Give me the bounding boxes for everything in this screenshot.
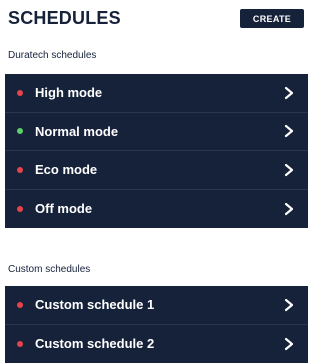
duratech-schedule-list: High mode Normal mode Eco mode Off mode bbox=[5, 74, 308, 228]
schedule-item-custom-2[interactable]: Custom schedule 2 bbox=[5, 325, 308, 363]
schedule-item-label: Eco mode bbox=[35, 162, 282, 177]
schedule-item-label: High mode bbox=[35, 85, 282, 100]
custom-schedule-list: Custom schedule 1 Custom schedule 2 bbox=[5, 286, 308, 363]
chevron-right-icon bbox=[282, 202, 296, 216]
status-dot bbox=[17, 90, 23, 96]
schedule-item-high-mode[interactable]: High mode bbox=[5, 74, 308, 113]
section-label-duratech: Duratech schedules bbox=[8, 50, 96, 61]
status-dot bbox=[17, 128, 23, 134]
schedule-item-label: Custom schedule 2 bbox=[35, 336, 282, 351]
status-dot bbox=[17, 206, 23, 212]
schedule-item-off-mode[interactable]: Off mode bbox=[5, 190, 308, 229]
status-dot bbox=[17, 341, 23, 347]
chevron-right-icon bbox=[282, 337, 296, 351]
schedule-item-label: Custom schedule 1 bbox=[35, 297, 282, 312]
header: SCHEDULES CREATE bbox=[0, 0, 313, 36]
schedule-item-label: Off mode bbox=[35, 201, 282, 216]
schedule-item-custom-1[interactable]: Custom schedule 1 bbox=[5, 286, 308, 325]
status-dot bbox=[17, 302, 23, 308]
page-title: SCHEDULES bbox=[8, 8, 121, 29]
section-label-custom: Custom schedules bbox=[8, 264, 90, 275]
chevron-right-icon bbox=[282, 86, 296, 100]
chevron-right-icon bbox=[282, 298, 296, 312]
schedule-item-normal-mode[interactable]: Normal mode bbox=[5, 113, 308, 152]
schedule-item-eco-mode[interactable]: Eco mode bbox=[5, 151, 308, 190]
create-button[interactable]: CREATE bbox=[240, 9, 304, 28]
schedule-item-label: Normal mode bbox=[35, 124, 282, 139]
status-dot bbox=[17, 167, 23, 173]
chevron-right-icon bbox=[282, 163, 296, 177]
chevron-right-icon bbox=[282, 124, 296, 138]
